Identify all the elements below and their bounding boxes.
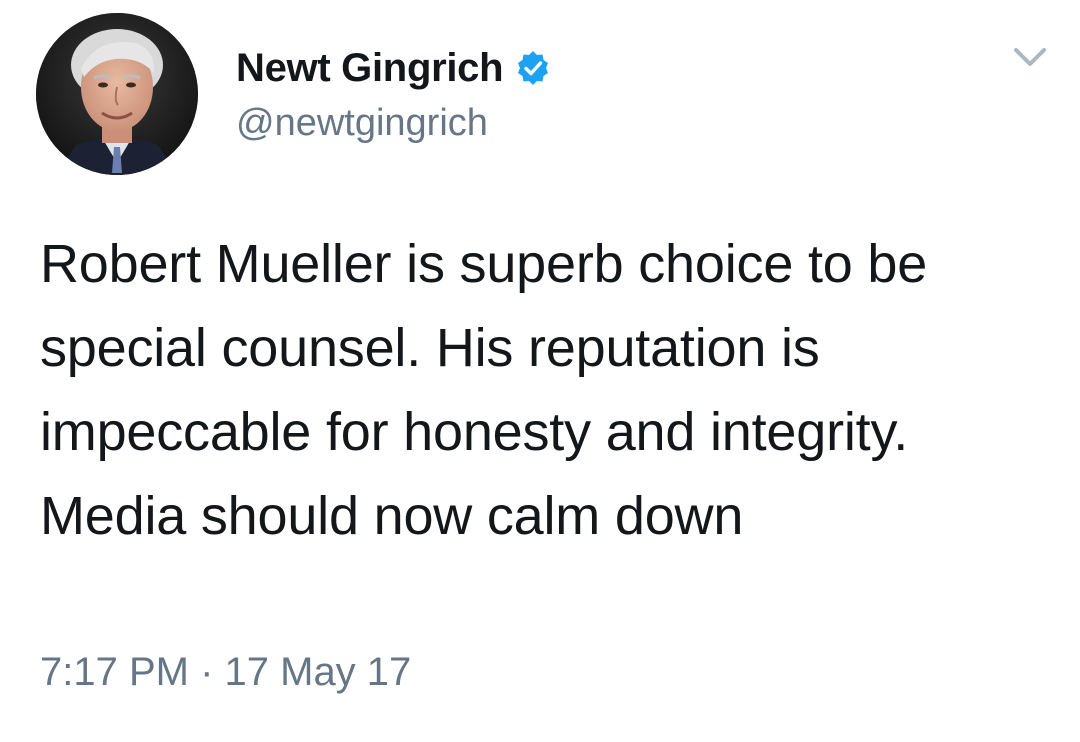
author-handle[interactable]: @newtgingrich <box>236 102 488 145</box>
author-name-row[interactable]: Newt Gingrich <box>236 40 551 96</box>
tweet-timestamp[interactable]: 7:17 PM · 17 May 17 <box>40 650 411 695</box>
verified-badge-icon <box>518 51 549 85</box>
profile-photo-image <box>36 13 198 175</box>
tweet-card: Newt Gingrich @newtgingrich Robert Muell… <box>0 0 1080 742</box>
avatar[interactable] <box>36 13 198 175</box>
display-name[interactable]: Newt Gingrich <box>236 46 504 91</box>
chevron-down-icon[interactable] <box>1010 42 1050 72</box>
tweet-text: Robert Mueller is superb choice to be sp… <box>40 234 928 546</box>
